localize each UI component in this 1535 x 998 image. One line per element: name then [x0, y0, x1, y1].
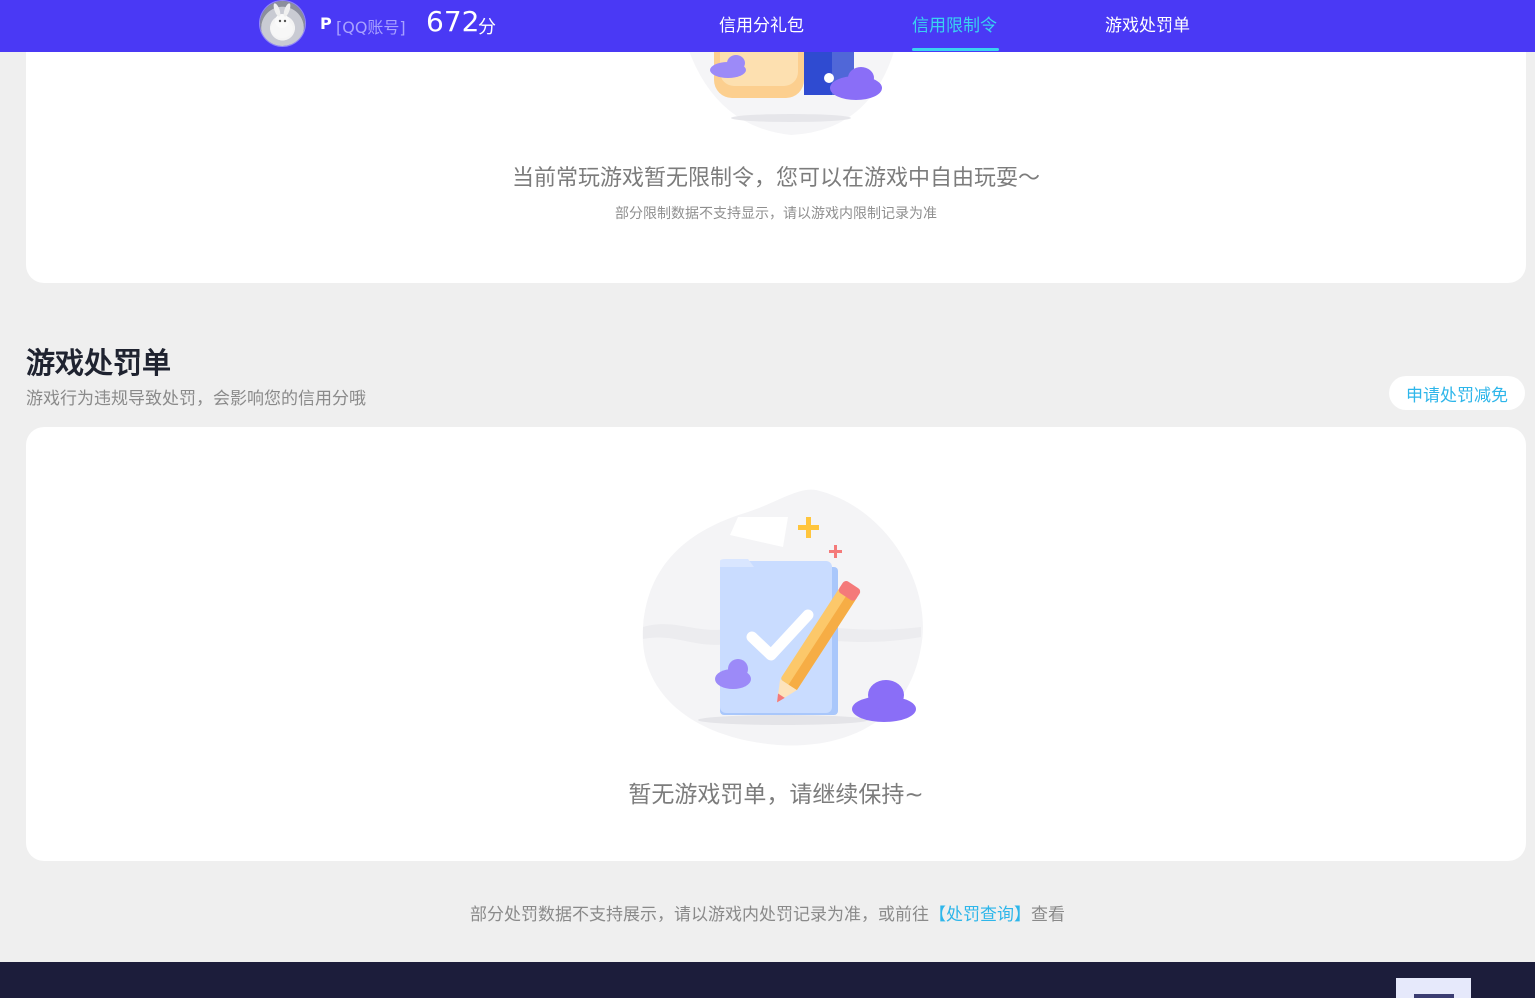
- avatar[interactable]: [260, 1, 305, 46]
- footer-note-prefix: 部分处罚数据不支持展示，请以游戏内处罚记录为准，或前往: [470, 905, 929, 925]
- nav-tab-game-punishment[interactable]: 游戏处罚单: [1105, 11, 1190, 36]
- top-navigation-bar: P [QQ账号] 672 分 信用分礼包 信用限制令 游戏处罚单: [0, 0, 1535, 52]
- punishment-query-link[interactable]: 【处罚查询】: [929, 905, 1031, 925]
- punishment-section-title: 游戏处罚单: [26, 346, 172, 380]
- punishment-section-description: 游戏行为违规导致处罚，会影响您的信用分哦: [26, 389, 366, 409]
- credit-score-unit: 分: [478, 17, 496, 38]
- apply-punishment-reduction-button[interactable]: 申请处罚减免: [1389, 376, 1525, 410]
- punishment-empty-illustration-icon: [642, 489, 923, 746]
- punishment-empty-title: 暂无游戏罚单，请继续保持~: [628, 782, 924, 808]
- punishment-card: 暂无游戏罚单，请继续保持~: [26, 427, 1526, 861]
- user-name: P: [320, 14, 332, 33]
- footer-note-suffix: 查看: [1031, 905, 1065, 925]
- account-type-label: [QQ账号]: [336, 18, 406, 37]
- bottom-footer-bar: [0, 962, 1535, 998]
- avatar-image-icon: [271, 3, 293, 38]
- credit-score: 672: [426, 5, 480, 38]
- restriction-empty-title: 当前常玩游戏暂无限制令，您可以在游戏中自由玩耍～: [511, 166, 1040, 191]
- nav-tab-credit-gift[interactable]: 信用分礼包: [719, 11, 804, 36]
- nav-tab-credit-restriction[interactable]: 信用限制令: [912, 11, 997, 36]
- bottom-floating-widget[interactable]: [1396, 978, 1471, 998]
- punishment-footer-note: 部分处罚数据不支持展示，请以游戏内处罚记录为准，或前往【处罚查询】查看: [0, 900, 1535, 925]
- restriction-empty-subtitle: 部分限制数据不支持显示，请以游戏内限制记录为准: [615, 206, 937, 222]
- active-tab-indicator: [912, 48, 999, 51]
